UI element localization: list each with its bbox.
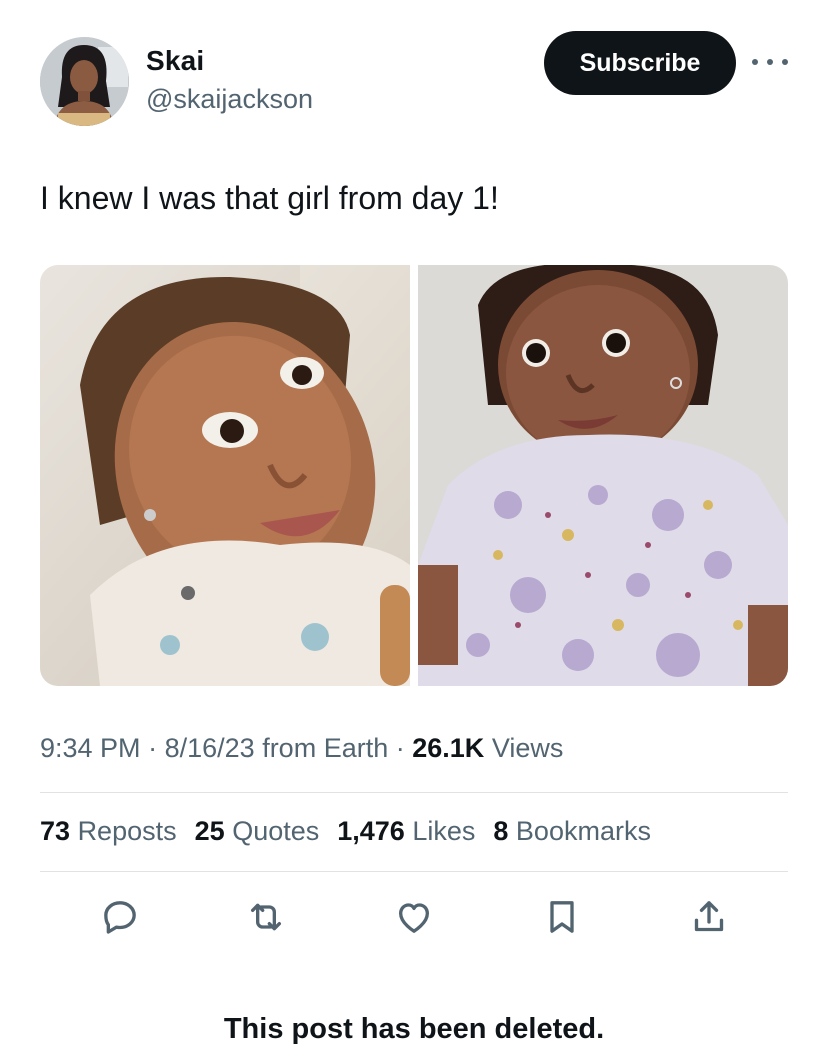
views-label: Views	[491, 733, 564, 763]
subscribe-button[interactable]: Subscribe	[544, 31, 736, 95]
likes-stat[interactable]: 1,476 Likes	[337, 816, 475, 847]
post-text: I knew I was that girl from day 1!	[40, 180, 499, 216]
display-name[interactable]: Skai	[146, 45, 204, 77]
reposts-stat[interactable]: 73 Reposts	[40, 816, 177, 847]
photo-2[interactable]	[418, 265, 788, 686]
bookmarks-label: Bookmarks	[515, 816, 651, 846]
reply-icon[interactable]	[95, 892, 145, 942]
avatar-image	[40, 37, 129, 126]
post-source: from Earth	[262, 733, 389, 763]
more-horizontal-icon[interactable]	[752, 50, 788, 74]
bookmarks-stat[interactable]: 8 Bookmarks	[493, 816, 651, 847]
meta-separator: ·	[148, 733, 165, 763]
post-date[interactable]: 8/16/23	[165, 733, 255, 763]
avatar[interactable]	[40, 37, 129, 126]
post-time[interactable]: 9:34 PM	[40, 733, 141, 763]
like-icon[interactable]	[389, 892, 439, 942]
photo-1[interactable]	[40, 265, 410, 686]
deleted-notice: This post has been deleted.	[223, 1013, 605, 1045]
likes-label: Likes	[412, 816, 476, 846]
reposts-label: Reposts	[77, 816, 177, 846]
bookmarks-count: 8	[493, 816, 509, 846]
bookmark-icon[interactable]	[537, 892, 587, 942]
meta-separator: ·	[395, 733, 413, 763]
share-icon[interactable]	[684, 892, 734, 942]
divider	[40, 792, 788, 793]
reposts-count: 73	[40, 816, 71, 846]
post-meta: 9:34 PM · 8/16/23 from Earth · 26.1K Vie…	[40, 733, 563, 764]
repost-icon[interactable]	[241, 892, 291, 942]
engagement-stats: 73 Reposts 25 Quotes 1,476 Likes 8 Bookm…	[40, 816, 651, 847]
quotes-label: Quotes	[232, 816, 320, 846]
views-count: 26.1K	[412, 733, 485, 763]
user-handle[interactable]: @skaijackson	[146, 84, 313, 115]
media-grid	[40, 265, 788, 686]
quotes-stat[interactable]: 25 Quotes	[195, 816, 320, 847]
quotes-count: 25	[194, 816, 225, 846]
divider	[40, 871, 788, 872]
action-bar	[0, 892, 828, 942]
likes-count: 1,476	[337, 816, 405, 846]
